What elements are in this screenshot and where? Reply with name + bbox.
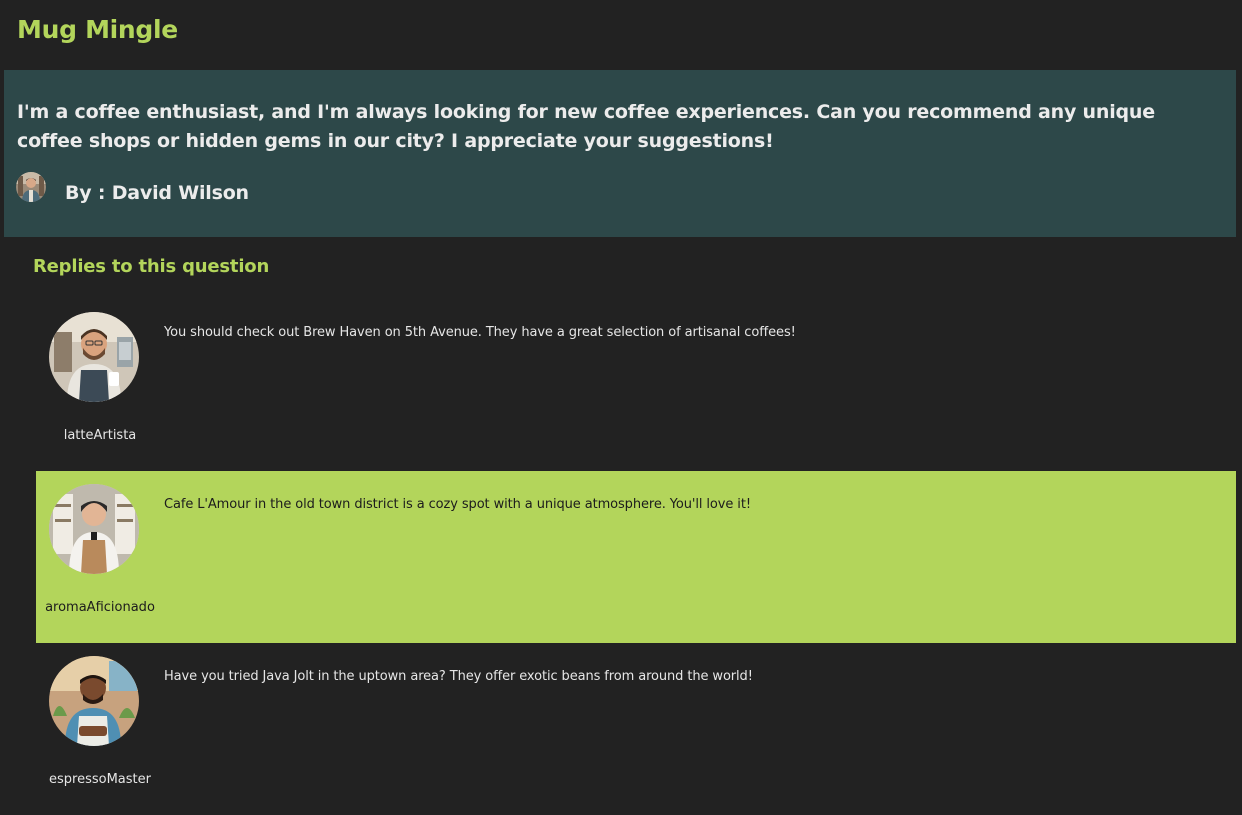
- reply-text: Have you tried Java Jolt in the uptown a…: [164, 669, 753, 684]
- barista-avatar-icon: [49, 312, 139, 402]
- app-title: Mug Mingle: [17, 15, 178, 44]
- question-author[interactable]: By : David Wilson: [65, 182, 249, 204]
- reply-username[interactable]: aromaAficionado: [36, 600, 164, 615]
- reply-avatar[interactable]: [49, 656, 139, 746]
- reply-text: Cafe L'Amour in the old town district is…: [164, 497, 751, 512]
- reply-avatar[interactable]: [49, 312, 139, 402]
- reply-avatar[interactable]: [49, 484, 139, 574]
- reply-username[interactable]: latteArtista: [36, 428, 164, 443]
- barista-avatar-icon: [49, 656, 139, 746]
- user-avatar-icon: [16, 172, 46, 202]
- question-text: I'm a coffee enthusiast, and I'm always …: [17, 101, 1155, 152]
- reply-username[interactable]: espressoMaster: [36, 772, 164, 787]
- reply-item: You should check out Brew Haven on 5th A…: [36, 299, 1236, 471]
- author-avatar[interactable]: [16, 172, 46, 202]
- barista-avatar-icon: [49, 484, 139, 574]
- reply-text: You should check out Brew Haven on 5th A…: [164, 325, 796, 340]
- replies-heading: Replies to this question: [33, 256, 270, 277]
- reply-item: Have you tried Java Jolt in the uptown a…: [36, 643, 1236, 815]
- question-panel: I'm a coffee enthusiast, and I'm always …: [4, 70, 1236, 237]
- reply-item-highlighted: Cafe L'Amour in the old town district is…: [36, 471, 1236, 643]
